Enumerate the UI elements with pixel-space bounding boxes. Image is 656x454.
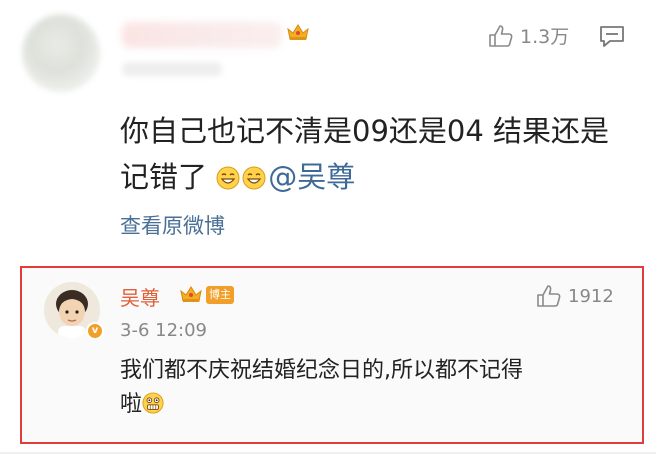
commenter-avatar[interactable] <box>22 14 100 92</box>
comment-text-line1: 你自己也记不清是09还是04 结果还是 <box>120 114 610 148</box>
reply-text: 我们都不庆祝结婚纪念日的,所以都不记得 啦 <box>120 354 620 422</box>
comment-text: 你自己也记不清是09还是04 结果还是 记错了 @吴尊 <box>120 108 640 200</box>
commenter-name[interactable] <box>122 22 282 48</box>
like-count: 1.3万 <box>520 26 570 48</box>
verified-badge-icon: v <box>86 322 104 340</box>
like-button[interactable]: 1.3万 <box>488 22 569 49</box>
grimace-emoji-icon <box>142 392 164 414</box>
reply-like-count: 1912 <box>568 285 614 307</box>
comment-text-line2: 记错了 <box>120 160 208 194</box>
view-original-link[interactable]: 查看原微博 <box>120 210 225 240</box>
grin-emoji-icon <box>242 166 266 190</box>
thumbs-up-icon <box>537 285 561 307</box>
reply-username[interactable]: 吴尊 <box>120 282 160 311</box>
reply-like-button[interactable]: 1912 <box>536 284 614 308</box>
comment-meta <box>122 62 222 76</box>
grin-emoji-icon <box>216 166 240 190</box>
mention-link[interactable]: @吴尊 <box>268 160 355 194</box>
crown-icon <box>287 24 309 40</box>
comment-icon[interactable] <box>598 24 626 48</box>
highlighted-reply: v 吴尊 博主 3-6 12:09 1912 我们都不庆祝结婚纪念日的,所以都不… <box>20 266 644 444</box>
reply-text-line1: 我们都不庆祝结婚纪念日的,所以都不记得 <box>120 358 523 383</box>
reply-timestamp: 3-6 12:09 <box>120 320 207 341</box>
top-comment: 1.3万 你自己也记不清是09还是04 结果还是 记错了 @吴尊 查看原微博 <box>0 0 656 262</box>
blogger-badge: 博主 <box>206 286 234 304</box>
crown-icon <box>180 286 202 302</box>
thumbs-up-icon <box>489 24 513 47</box>
reply-text-line2: 啦 <box>120 392 143 417</box>
